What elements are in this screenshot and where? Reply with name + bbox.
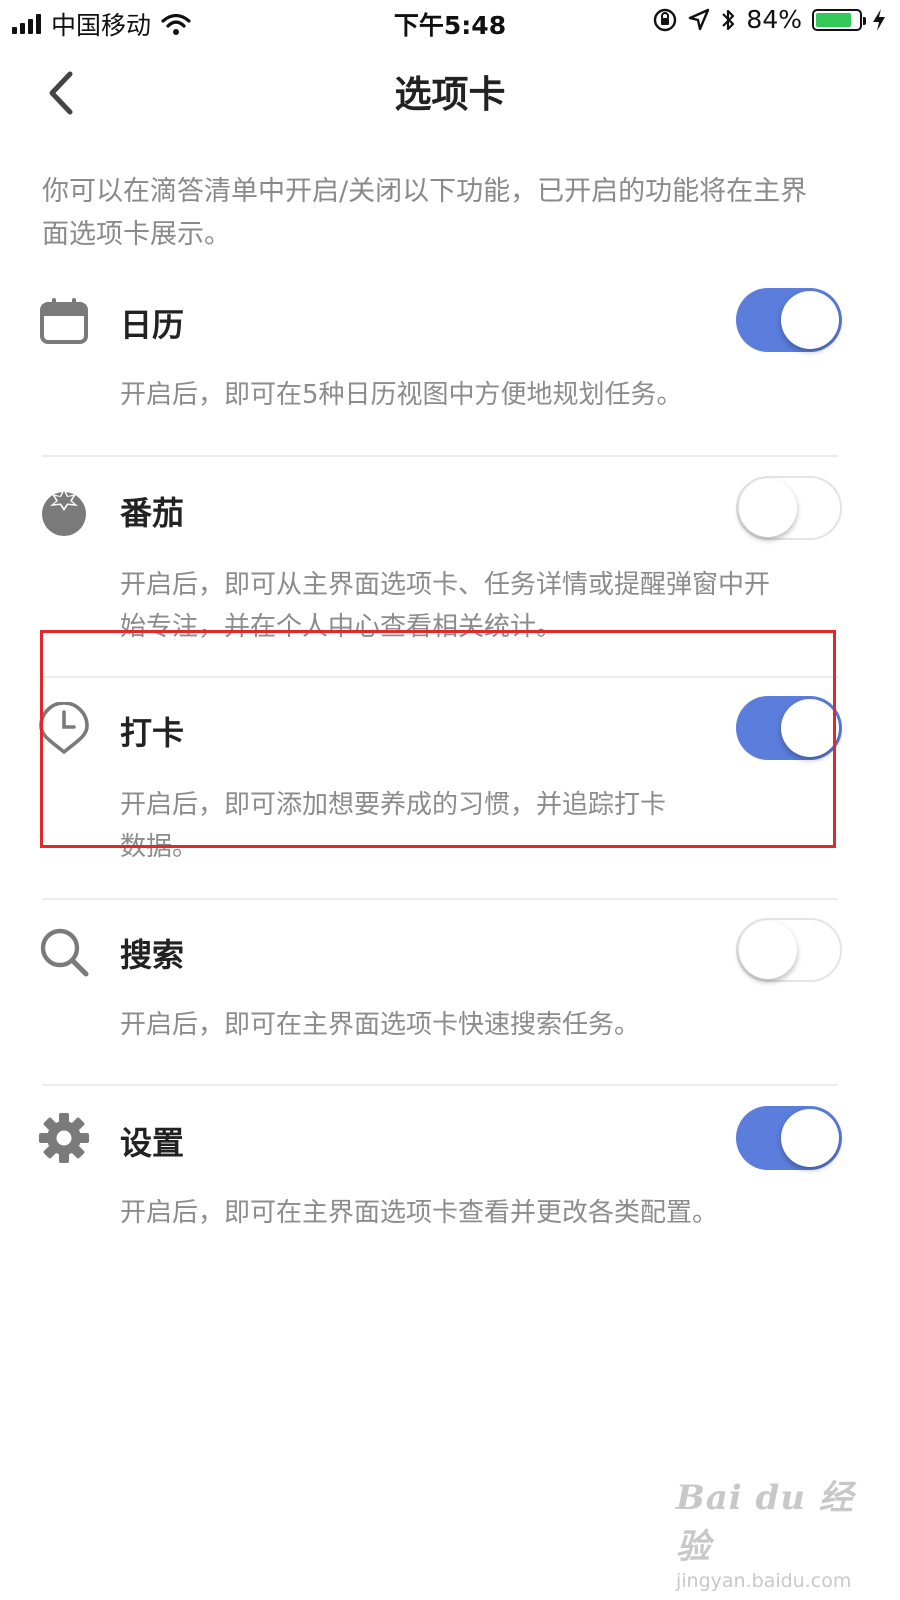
feature-description: 开启后，即可在主界面选项卡快速搜索任务。 [120, 1010, 641, 1040]
watermark-url: jingyan.baidu.com [676, 1570, 852, 1592]
feature-description: 开启后，即可在5种日历视图中方便地规划任务。 [120, 380, 683, 410]
battery-percent: 84% [746, 5, 802, 34]
battery-fill [816, 12, 852, 27]
search-icon [40, 928, 89, 977]
feature-title: 设置 [120, 1124, 185, 1162]
feature-title: 打卡 [120, 714, 185, 752]
gear-icon [39, 1113, 89, 1163]
watermark-logo: Bai du 经验 [676, 1478, 854, 1567]
feature-search: 搜索 开启后，即可在主界面选项卡快速搜索任务。 [0, 916, 900, 1086]
feature-toggle-settings[interactable] [736, 1106, 842, 1170]
pomodoro-icon [42, 488, 86, 536]
bluetooth-icon [722, 9, 735, 30]
feature-calendar: 日历 开启后，即可在5种日历视图中方便地规划任务。 [0, 286, 900, 456]
feature-title: 番茄 [120, 494, 185, 532]
page-title: 选项卡 [394, 73, 506, 116]
feature-checkin: 打卡 开启后，即可添加想要养成的习惯，并追踪打卡数据。 [0, 694, 900, 894]
feature-toggle-calendar[interactable] [736, 288, 842, 352]
status-bar: 中国移动 下午5:48 84% [0, 0, 900, 46]
feature-toggle-search[interactable] [736, 918, 842, 982]
intro-text: 你可以在滴答清单中开启/关闭以下功能，已开启的功能将在主界面选项卡展示。 [42, 176, 808, 250]
toggle-knob [781, 1109, 839, 1167]
feature-settings: 设置 开启后，即可在主界面选项卡查看并更改各类配置。 [0, 1104, 900, 1274]
toggle-knob [781, 699, 839, 757]
tab-settings-screen: 中国移动 下午5:48 84% 选项卡 你可以在滴答清单中开启/关闭以下功能，已… [0, 0, 900, 1600]
feature-description: 开启后，即可添加想要养成的习惯，并追踪打卡数据。 [120, 790, 667, 862]
feature-toggle-checkin[interactable] [736, 696, 842, 760]
calendar-icon [40, 298, 88, 344]
feature-title: 搜索 [120, 936, 185, 974]
feature-toggle-pomodoro[interactable] [736, 476, 842, 540]
divider [42, 1084, 838, 1086]
feature-pomodoro: 番茄 开启后，即可从主界面选项卡、任务详情或提醒弹窗中开始专注，并在个人中心查看… [0, 474, 900, 674]
divider [42, 898, 838, 900]
clock-icon [39, 702, 89, 754]
watermark: Bai du 经验 jingyan.baidu.com [676, 1470, 856, 1592]
charging-icon [873, 8, 885, 31]
toggle-knob [739, 479, 797, 537]
battery-icon [812, 8, 866, 31]
orientation-lock-icon [654, 8, 677, 31]
toggle-knob [781, 291, 839, 349]
status-right: 84% [652, 5, 886, 34]
location-icon [689, 8, 710, 30]
toggle-knob [739, 921, 797, 979]
divider [42, 455, 838, 457]
feature-description: 开启后，即可从主界面选项卡、任务详情或提醒弹窗中开始专注，并在个人中心查看相关统… [120, 570, 771, 642]
divider [42, 676, 838, 678]
feature-title: 日历 [120, 306, 185, 344]
feature-description: 开启后，即可在主界面选项卡查看并更改各类配置。 [120, 1198, 719, 1228]
